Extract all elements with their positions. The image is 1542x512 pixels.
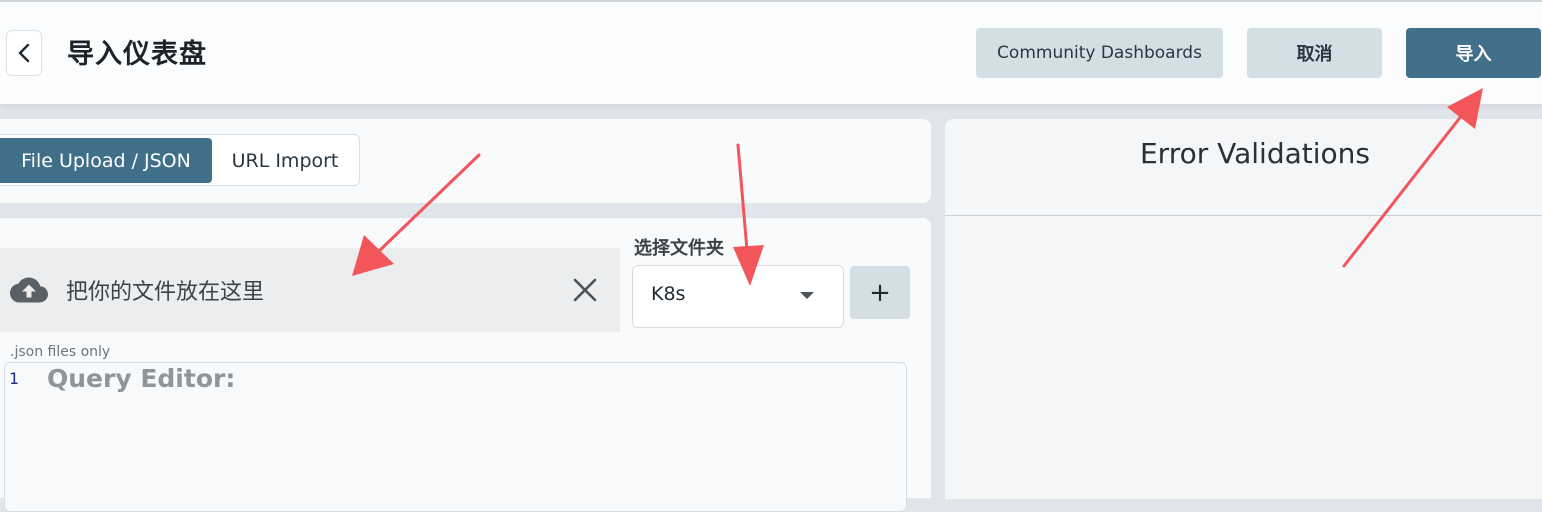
dropzone-text: 把你的文件放在这里 — [66, 280, 265, 305]
back-button[interactable] — [6, 30, 42, 76]
line-number: 1 — [9, 369, 19, 388]
folder-select-value: K8s — [651, 283, 686, 305]
json-editor[interactable]: 1 Query Editor: — [4, 362, 907, 512]
folder-label: 选择文件夹 — [634, 238, 724, 259]
editor-placeholder: Query Editor: — [47, 364, 236, 393]
import-button[interactable]: 导入 — [1406, 28, 1541, 78]
import-method-tabs: File Upload / JSON URL Import — [0, 134, 360, 186]
chevron-left-icon — [18, 43, 30, 63]
file-dropzone[interactable]: 把你的文件放在这里 — [0, 248, 620, 332]
add-folder-button[interactable]: + — [850, 266, 910, 319]
divider — [945, 215, 1542, 216]
file-type-hint: .json files only — [10, 344, 111, 360]
caret-down-icon — [800, 292, 814, 299]
page-header: 导入仪表盘 Community Dashboards 取消 导入 — [0, 2, 1542, 104]
import-method-card: File Upload / JSON URL Import — [0, 119, 931, 203]
error-validations-title: Error Validations — [1139, 137, 1370, 170]
close-icon[interactable] — [572, 277, 598, 303]
folder-select[interactable]: K8s — [632, 265, 844, 328]
cloud-upload-icon — [10, 277, 48, 303]
tab-file-upload-json[interactable]: File Upload / JSON — [0, 138, 212, 183]
community-dashboards-button[interactable]: Community Dashboards — [976, 28, 1223, 78]
cancel-button[interactable]: 取消 — [1247, 28, 1382, 78]
page-title: 导入仪表盘 — [67, 39, 207, 70]
error-validations-panel: Error Validations — [945, 119, 1542, 499]
upload-card: 把你的文件放在这里 .json files only 选择文件夹 K8s + 1… — [0, 218, 931, 512]
tab-url-import[interactable]: URL Import — [212, 138, 358, 183]
